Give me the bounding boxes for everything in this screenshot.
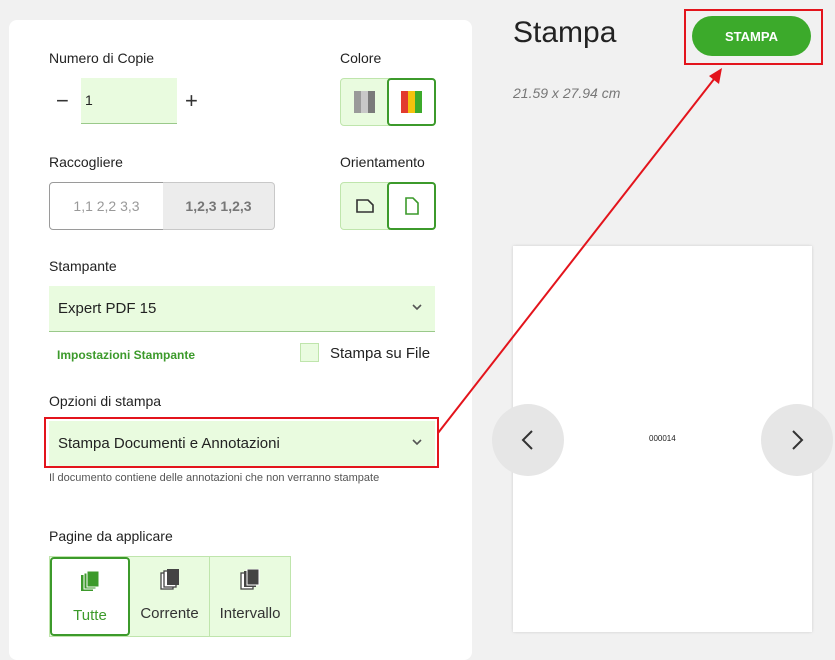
annotation-arrow <box>437 68 722 434</box>
